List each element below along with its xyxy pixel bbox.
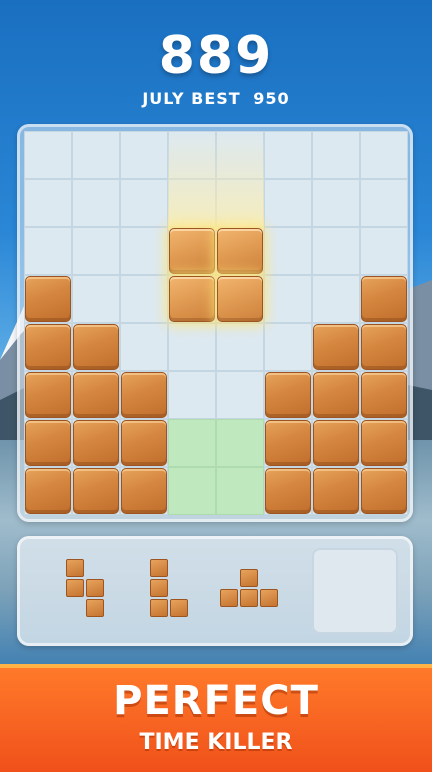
- dragged-piece-block: [169, 276, 215, 322]
- grid-cell[interactable]: [312, 131, 360, 179]
- wood-block: [313, 372, 359, 418]
- wood-block: [361, 324, 407, 370]
- wood-block: [25, 420, 71, 466]
- grid-cell[interactable]: [168, 371, 216, 419]
- target-cell[interactable]: [168, 419, 216, 467]
- grid-cell[interactable]: [120, 227, 168, 275]
- dragged-piece-block: [217, 276, 263, 322]
- grid-cell[interactable]: [360, 227, 408, 275]
- grid-cell[interactable]: [216, 323, 264, 371]
- grid-cell[interactable]: [72, 179, 120, 227]
- dragged-piece-block: [217, 228, 263, 274]
- wood-block: [361, 468, 407, 514]
- wood-block: [73, 420, 119, 466]
- grid-cell[interactable]: [264, 275, 312, 323]
- piece-block[interactable]: [220, 589, 238, 607]
- grid-cell[interactable]: [264, 131, 312, 179]
- piece-block[interactable]: [66, 559, 84, 577]
- wood-block: [313, 420, 359, 466]
- wood-block: [121, 372, 167, 418]
- wood-block: [361, 372, 407, 418]
- best-value: 950: [253, 89, 290, 108]
- grid-cell[interactable]: [24, 227, 72, 275]
- wood-block: [313, 468, 359, 514]
- piece-block[interactable]: [240, 569, 258, 587]
- wood-block: [265, 420, 311, 466]
- empty-piece-slot: [312, 548, 398, 634]
- piece-block[interactable]: [86, 579, 104, 597]
- wood-block: [265, 372, 311, 418]
- target-cell[interactable]: [216, 419, 264, 467]
- target-cell[interactable]: [168, 467, 216, 515]
- wood-block: [265, 468, 311, 514]
- wood-block: [25, 468, 71, 514]
- grid-cell[interactable]: [264, 323, 312, 371]
- promo-banner: PERFECT TIME KILLER: [0, 664, 432, 772]
- best-label: JULY BEST: [142, 89, 241, 108]
- wood-block: [361, 276, 407, 322]
- dragged-piece-block: [169, 228, 215, 274]
- grid-cell[interactable]: [120, 323, 168, 371]
- grid-cell[interactable]: [72, 227, 120, 275]
- wood-block: [73, 324, 119, 370]
- grid-cell[interactable]: [360, 179, 408, 227]
- wood-block: [313, 324, 359, 370]
- wood-block: [361, 420, 407, 466]
- piece-block[interactable]: [150, 599, 168, 617]
- wood-block: [25, 276, 71, 322]
- score-display: 889: [158, 26, 274, 86]
- piece-block[interactable]: [86, 599, 104, 617]
- grid-cell[interactable]: [312, 275, 360, 323]
- grid-cell[interactable]: [72, 275, 120, 323]
- banner-tagline: TIME KILLER: [139, 730, 293, 755]
- grid-cell[interactable]: [264, 179, 312, 227]
- grid-cell[interactable]: [312, 179, 360, 227]
- grid-cell[interactable]: [360, 131, 408, 179]
- grid-cell[interactable]: [264, 227, 312, 275]
- grid-cell[interactable]: [168, 323, 216, 371]
- grid-cell[interactable]: [216, 371, 264, 419]
- best-score: JULY BEST 950: [0, 89, 432, 108]
- grid-cell[interactable]: [24, 179, 72, 227]
- wood-block: [25, 324, 71, 370]
- banner-headline: PERFECT: [113, 678, 319, 724]
- piece-block[interactable]: [150, 579, 168, 597]
- wood-block: [25, 372, 71, 418]
- target-cell[interactable]: [216, 467, 264, 515]
- grid-cell[interactable]: [120, 275, 168, 323]
- wood-block: [121, 420, 167, 466]
- drop-glow: [168, 130, 264, 230]
- grid-cell[interactable]: [120, 179, 168, 227]
- grid-cell[interactable]: [24, 131, 72, 179]
- grid-cell[interactable]: [72, 131, 120, 179]
- piece-block[interactable]: [170, 599, 188, 617]
- grid-cell[interactable]: [312, 227, 360, 275]
- wood-block: [73, 468, 119, 514]
- piece-block[interactable]: [66, 579, 84, 597]
- wood-block: [121, 468, 167, 514]
- wood-block: [73, 372, 119, 418]
- piece-block[interactable]: [260, 589, 278, 607]
- grid-cell[interactable]: [120, 131, 168, 179]
- piece-block[interactable]: [240, 589, 258, 607]
- piece-block[interactable]: [150, 559, 168, 577]
